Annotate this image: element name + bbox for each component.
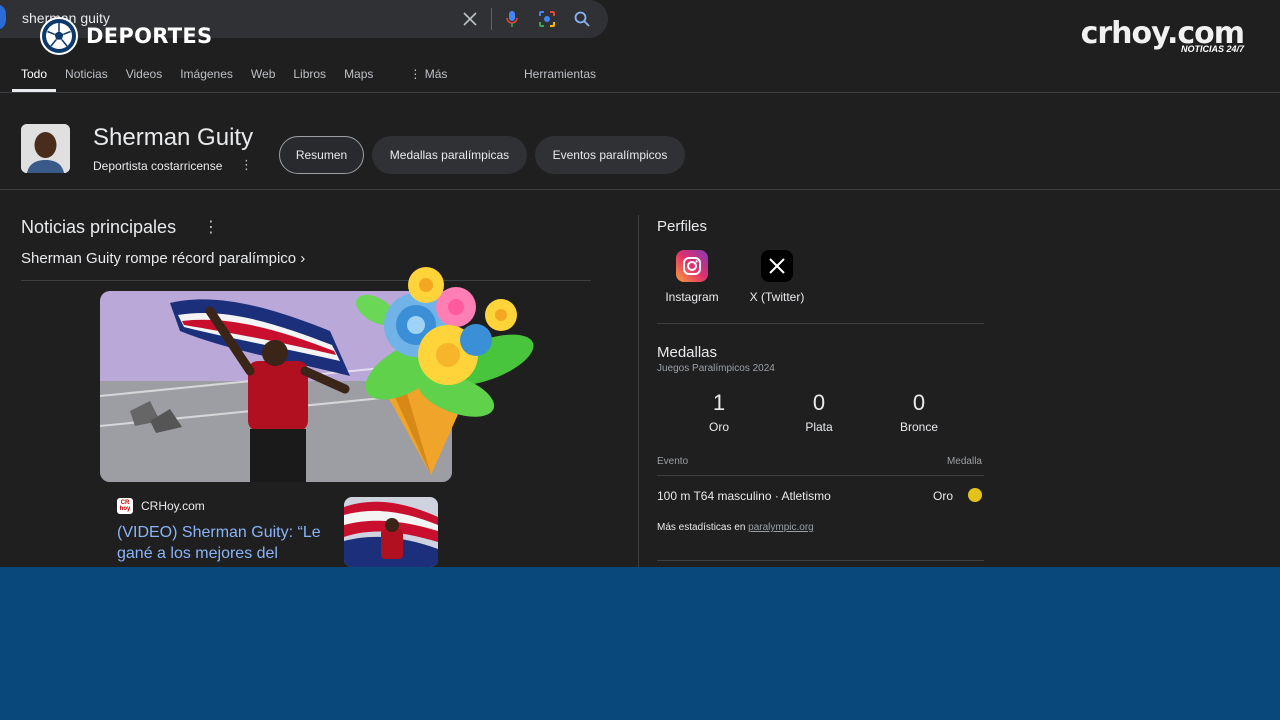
tools-button[interactable]: Herramientas	[524, 67, 596, 81]
profile-instagram[interactable]: Instagram	[647, 250, 737, 304]
column-divider	[638, 215, 639, 567]
section-brand: DEPORTES	[40, 17, 212, 55]
divider	[0, 189, 1280, 190]
header-event: Evento	[657, 456, 689, 467]
chip-resumen[interactable]: Resumen	[279, 136, 364, 174]
chevron-right-icon: ›	[300, 250, 306, 267]
medal-count-gold: 1 Oro	[679, 390, 759, 434]
medal-count: 0	[912, 390, 926, 415]
soccer-ball-icon	[40, 17, 78, 55]
divider	[0, 92, 1280, 93]
medals-subtitle: Juegos Paralímpicos 2024	[657, 363, 775, 374]
search-icon[interactable]	[571, 8, 593, 30]
gold-medal-icon	[968, 488, 982, 502]
avatar[interactable]	[21, 124, 70, 173]
clear-icon[interactable]	[459, 8, 481, 30]
news-options-icon[interactable]: ⋮	[203, 217, 219, 237]
x-twitter-icon	[761, 250, 793, 282]
entity-subtitle: Deportista costarricense	[93, 159, 223, 173]
paralympic-link[interactable]: paralympic.org	[748, 522, 814, 533]
section-title: DEPORTES	[86, 24, 213, 48]
news-headline[interactable]: (VIDEO) Sherman Guity: “Le gané a los me…	[117, 522, 332, 564]
bouquet-sticker	[336, 265, 546, 480]
tab-web[interactable]: Web	[242, 66, 284, 92]
tab-libros[interactable]: Libros	[284, 66, 335, 92]
news-thumbnail[interactable]	[344, 497, 438, 567]
tab-noticias[interactable]: Noticias	[56, 66, 117, 92]
medal-count: 0	[812, 390, 826, 415]
profiles-title: Perfiles	[657, 218, 708, 235]
chip-eventos[interactable]: Eventos paralímpicos	[535, 136, 685, 174]
tab-imagenes[interactable]: Imágenes	[171, 66, 242, 92]
more-stats: Más estadísticas en paralympic.org	[657, 522, 814, 533]
header-medal: Medalla	[946, 456, 982, 467]
divider	[657, 560, 984, 561]
divider	[657, 323, 984, 324]
event-name: 100 m T64 masculino · Atletismo	[657, 489, 831, 503]
medal-count: 1	[712, 390, 726, 415]
medal-count-silver: 0 Plata	[779, 390, 859, 434]
medal-count-bronze: 0 Bronce	[879, 390, 959, 434]
medals-title: Medallas	[657, 344, 718, 361]
tab-videos[interactable]: Videos	[117, 66, 171, 92]
entity-name: Sherman Guity	[93, 124, 254, 151]
search-tabs: Todo Noticias Videos Imágenes Web Libros…	[12, 66, 456, 92]
medal-label: Bronce	[899, 420, 939, 434]
chip-medallas[interactable]: Medallas paralímpicas	[372, 136, 527, 174]
events-table-header: Evento Medalla	[657, 456, 982, 467]
bottom-banner	[0, 567, 1280, 720]
top-story-text: Sherman Guity rompe récord paralímpico	[21, 250, 297, 267]
microphone-icon[interactable]	[501, 8, 523, 30]
profile-label: X (Twitter)	[749, 290, 805, 304]
tab-mas[interactable]: ⋮ Más	[400, 66, 456, 92]
divider	[657, 475, 984, 476]
more-stats-prefix: Más estadísticas en	[657, 522, 746, 533]
news-source[interactable]: CRHoy.com	[141, 499, 205, 513]
source-favicon: CR hoy	[117, 498, 133, 514]
lens-icon[interactable]	[536, 8, 558, 30]
profile-x-twitter[interactable]: X (Twitter)	[732, 250, 822, 304]
medal-label: Oro	[708, 420, 729, 434]
search-divider	[491, 8, 492, 30]
news-section-title: Noticias principales	[21, 217, 177, 237]
event-medal: Oro	[933, 489, 954, 503]
crhoy-logo: crhoy.com NOTICIAS 24/7	[1081, 18, 1245, 55]
more-options-icon[interactable]: ⋮	[240, 157, 253, 173]
tab-maps[interactable]: Maps	[335, 66, 382, 92]
top-story-link[interactable]: Sherman Guity rompe récord paralímpico ›	[21, 250, 305, 267]
medal-label: Plata	[805, 420, 833, 434]
tab-todo[interactable]: Todo	[12, 66, 57, 92]
instagram-icon	[676, 250, 708, 282]
profile-label: Instagram	[665, 290, 719, 304]
